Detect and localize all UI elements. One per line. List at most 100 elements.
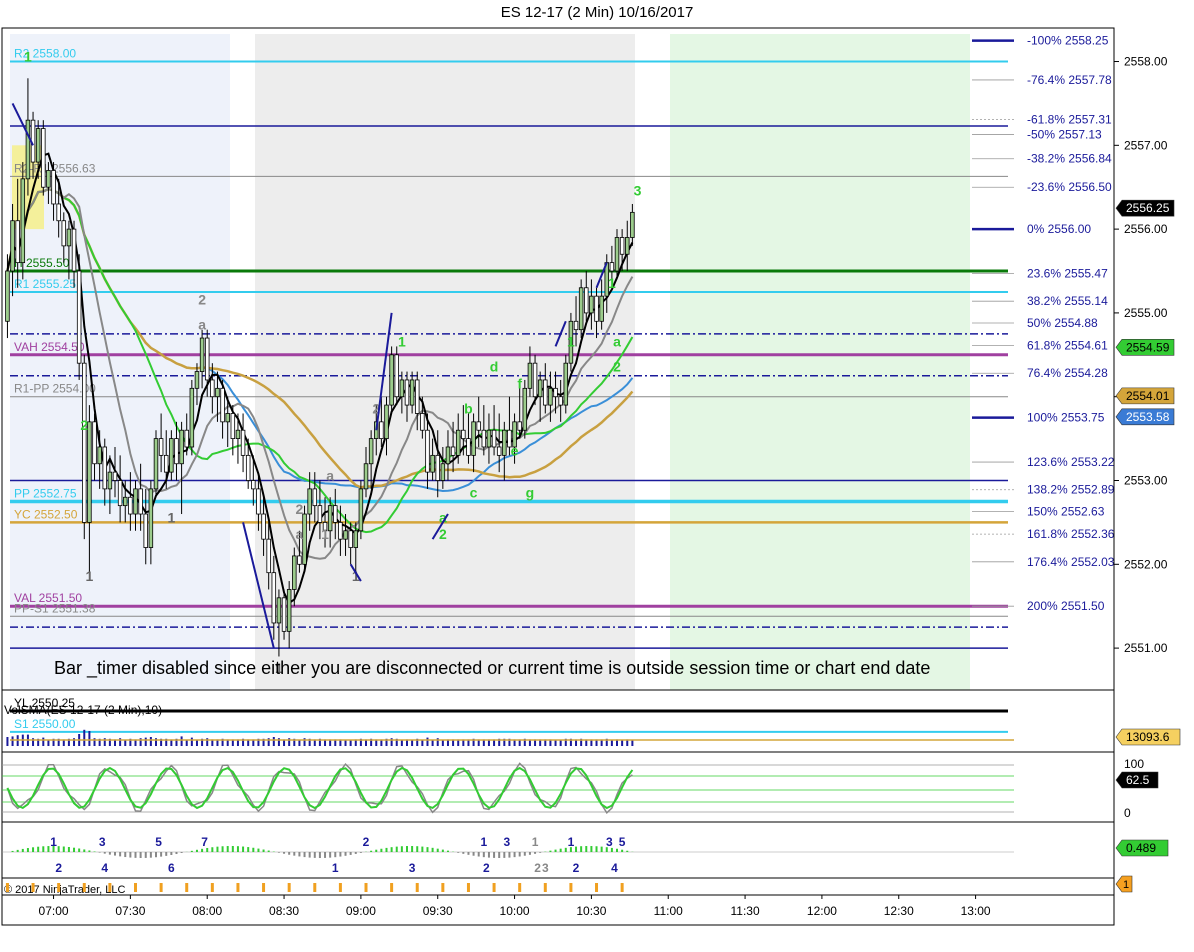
candle-body (466, 438, 471, 456)
candle-body (481, 429, 487, 448)
candle-body (97, 446, 102, 465)
candle-body (266, 538, 271, 574)
signal-mark (338, 883, 342, 892)
price-tag: 2554.01 (1115, 387, 1175, 405)
candle-body (20, 178, 26, 264)
candle-body (338, 522, 343, 540)
candle-body (41, 128, 46, 188)
macd-wave-label: 1 (332, 861, 339, 875)
candle-body (578, 287, 584, 331)
time-tick-label: 09:00 (346, 904, 376, 918)
candle-body (276, 597, 282, 624)
price-tick-label: 2552.00 (1124, 557, 1168, 571)
candle-body (573, 320, 579, 331)
macd-wave-label: 2 (573, 861, 580, 875)
time-tick-label: 08:00 (192, 904, 222, 918)
fib-label: 150% 2552.63 (1027, 505, 1105, 519)
price-tag: 2553.58 (1115, 408, 1175, 426)
signal-mark (518, 883, 522, 892)
wave-label: 1 (85, 568, 93, 584)
candle-body (420, 413, 425, 431)
candle-body (169, 438, 174, 473)
candle-body (553, 387, 558, 398)
candle-body (594, 295, 599, 322)
price-tag: 2556.25 (1115, 199, 1175, 217)
candle-body (51, 170, 56, 205)
candle-body (179, 429, 184, 465)
wave-label: 2 (296, 501, 304, 517)
fib-label: 50% 2554.88 (1027, 316, 1098, 330)
macd-wave-label: 2 (363, 835, 370, 849)
wave-label: 1 (321, 526, 329, 542)
copyright: © 2017 NinjaTrader, LLC (4, 884, 125, 896)
price-tick-label: 2556.00 (1124, 222, 1168, 236)
fib-label: -38.2% 2556.84 (1027, 152, 1112, 166)
macd-wave-label: 1 (480, 835, 487, 849)
signal-mark (492, 883, 496, 892)
signal-mark (31, 883, 35, 892)
candle-body (225, 413, 230, 423)
signal-mark (441, 883, 445, 892)
candle-body (5, 270, 10, 322)
candle-body (333, 505, 338, 523)
candle-body (235, 429, 241, 440)
chart-canvas[interactable]: R2 2558.00R2-R1 2556.63H 2555.50R1 2555.… (0, 0, 1194, 952)
candle-body (189, 387, 195, 448)
macd-wave-label: 3 (409, 861, 416, 875)
signal-mark (415, 883, 419, 892)
macd-wave-label: 1 (568, 835, 575, 849)
fib-label: -61.8% 2557.31 (1027, 112, 1112, 126)
session-band-morning (255, 34, 635, 690)
candle-body (502, 429, 507, 456)
macd-wave-label: 4 (611, 861, 618, 875)
candle-body (256, 488, 261, 515)
wave-label: e (511, 442, 519, 458)
level-label: YC 2552.50 (14, 507, 78, 521)
candle-body (148, 488, 154, 548)
candle-body (558, 396, 563, 406)
candle-body (194, 371, 200, 389)
candle-body (261, 513, 266, 540)
candle-body (461, 429, 466, 440)
wave-label: a (326, 468, 334, 484)
candle-body (230, 413, 236, 440)
candle-body (527, 362, 533, 389)
candle-body (128, 496, 133, 515)
signal-mark (620, 883, 624, 892)
signal-mark (185, 883, 189, 892)
candle-body (599, 295, 604, 322)
macd-wave-label: 2 (534, 861, 541, 875)
candle-body (353, 530, 359, 548)
candle-body (240, 429, 246, 456)
candle-body (66, 228, 72, 247)
candle-body (589, 295, 594, 314)
candle-body (245, 454, 251, 481)
signal-mark (5, 883, 9, 892)
macd-wave-label: 5 (155, 835, 162, 849)
wave-label: g (526, 484, 535, 500)
macd-wave-label: 2 (483, 861, 490, 875)
fib-label: -76.4% 2557.78 (1027, 73, 1112, 87)
price-tick-label: 2551.00 (1124, 641, 1168, 655)
wave-label: a (296, 526, 304, 542)
wave-label: c (470, 484, 478, 500)
signal-mark (313, 883, 317, 892)
level-label: PP 2552.75 (14, 486, 77, 500)
fib-label: 76.4% 2554.28 (1027, 366, 1108, 380)
signal-mark (159, 883, 163, 892)
candle-body (286, 589, 292, 632)
wave-label: a (198, 317, 206, 333)
time-tick-label: 10:00 (500, 904, 530, 918)
time-tick-label: 11:30 (731, 904, 760, 918)
candle-body (537, 379, 543, 398)
signal-tag: 1 (1115, 875, 1133, 893)
candle-body (174, 438, 179, 465)
candle-body (548, 387, 553, 406)
candle-body (414, 379, 420, 414)
fib-label: 23.6% 2555.47 (1027, 267, 1108, 281)
price-tick-label: 2553.00 (1124, 474, 1168, 488)
candle-body (10, 220, 15, 272)
signal-mark (595, 883, 599, 892)
macd-wave-label: 3 (99, 835, 106, 849)
level-label: S1 2550.00 (14, 717, 76, 731)
